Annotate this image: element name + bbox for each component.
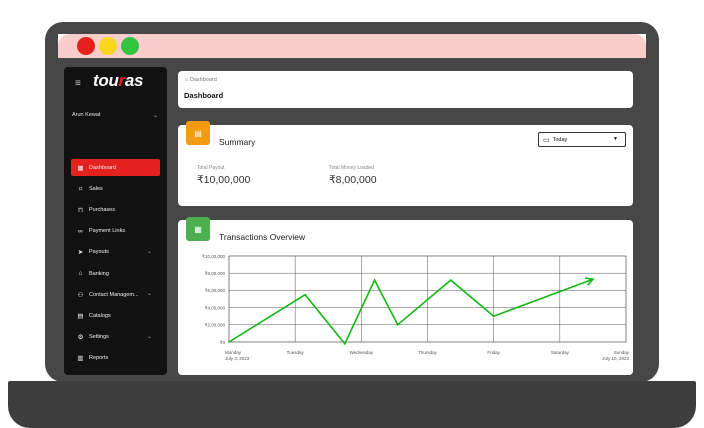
data-point (343, 342, 346, 345)
sidebar-item-label: Reports (89, 355, 109, 362)
sidebar-item-label: Contact Managem... (89, 291, 139, 298)
transactions-series-line (228, 278, 594, 346)
sidebar-item-label: Purchases (89, 206, 115, 213)
tag-icon: ⌑ (78, 185, 83, 193)
sidebar-item-contact-managem[interactable]: ⚇ Contact Managem... ⌄ (71, 286, 160, 303)
report-icon: ▥ (77, 355, 84, 363)
sidebar: ≡ touras Arun Kewat ⌄ ▦ Dashboard ⌑ Sales ⊓ P… (64, 67, 167, 375)
chevron-down-icon: ⌄ (152, 113, 158, 119)
laptop-screen: ≡ touras Arun Kewat ⌄ ▦ Dashboard ⌑ Sales ⊓ P… (58, 34, 646, 375)
data-point (449, 279, 452, 281)
date-filter-select[interactable]: ▭ Today ▼ (538, 132, 626, 147)
data-point (304, 293, 306, 296)
send-icon: ➤ (77, 249, 84, 257)
window-titlebar (58, 34, 646, 58)
sidebar-item-payment-links[interactable]: ∞ Payment Links (71, 223, 160, 240)
data-point (396, 324, 399, 326)
total-money-loaded-value: ₹8,00,000 (329, 174, 377, 186)
breadcrumb-item[interactable]: Dashboard (190, 77, 217, 83)
x-date-sublabel: July 3, 2023 (225, 356, 250, 361)
chevron-down-icon: ⌄ (146, 291, 152, 298)
x-tick-label: Tuesday (287, 350, 305, 355)
grid-icon: ▦ (77, 164, 84, 172)
sidebar-item-sales[interactable]: ⌑ Sales (71, 180, 160, 197)
data-point (228, 341, 230, 343)
y-tick-label: ₹4,00,000 (205, 305, 226, 310)
book-icon: ▤ (77, 312, 84, 320)
user-switcher[interactable]: Arun Kewat ⌄ (72, 112, 160, 124)
summary-card: ▤ Summary ▭ Today ▼ Total Payout ₹10,00,… (178, 121, 633, 206)
y-tick-label: ₹0 (220, 340, 226, 345)
sidebar-item-label: Banking (89, 270, 109, 277)
caret-down-icon: ▼ (613, 136, 618, 142)
total-money-loaded-label: Total Money Loaded (329, 165, 375, 171)
total-payout-label: Total Payout (197, 165, 225, 171)
data-point (492, 315, 495, 317)
sidebar-item-banking[interactable]: ⌂ Banking (71, 265, 160, 282)
hamburger-menu-icon[interactable]: ≡ (75, 78, 81, 89)
brand-logo: touras (93, 71, 144, 90)
y-tick-label: ₹8,00,000 (205, 271, 226, 276)
sidebar-item-settings[interactable]: ⚙ Settings ⌄ (71, 329, 160, 346)
summary-title: Summary (219, 137, 256, 147)
maximize-window-button[interactable] (121, 37, 139, 55)
y-tick-label: ₹10,00,000 (202, 254, 225, 259)
calendar-icon: ▭ (543, 136, 550, 144)
sidebar-item-catalogs[interactable]: ▤ Catalogs (71, 307, 160, 324)
y-tick-label: ₹2,00,000 (205, 323, 226, 328)
x-date-sublabel: July 10, 2023 (602, 356, 629, 361)
laptop-mockup: ≡ touras Arun Kewat ⌄ ▦ Dashboard ⌑ Sales ⊓ P… (0, 0, 704, 428)
chevron-down-icon: ⌄ (146, 333, 152, 340)
bank-icon: ⌂ (78, 270, 83, 277)
chevron-down-icon: ⌄ (146, 248, 152, 255)
breadcrumb: ⌂ Dashboard (185, 77, 217, 83)
transactions-overview-card: ▦ Transactions Overview ₹0 ₹2,00,000 ₹4,00… (178, 217, 633, 375)
sidebar-item-dashboard[interactable]: ▦ Dashboard (71, 159, 160, 176)
sidebar-item-label: Sales (89, 185, 103, 192)
x-tick-label: Thursday (418, 350, 438, 355)
sidebar-item-label: Payouts (89, 249, 109, 256)
app-body: ≡ touras Arun Kewat ⌄ ▦ Dashboard ⌑ Sales ⊓ P… (58, 58, 646, 375)
close-window-button[interactable] (77, 37, 95, 55)
total-payout-value: ₹10,00,000 (197, 174, 251, 186)
shopping-bag-icon: ⊓ (77, 206, 84, 214)
sidebar-item-label: Catalogs (89, 312, 111, 319)
transactions-line-chart: ₹0 ₹2,00,000 ₹4,00,000 ₹6,00,000 ₹8,00,000 ₹1… (202, 254, 630, 361)
sidebar-item-payouts[interactable]: ➤ Payouts ⌄ (71, 244, 160, 261)
sidebar-item-label: Payment Links (89, 228, 126, 235)
sidebar-item-label: Settings (89, 334, 109, 341)
x-tick-label: Wednesday (349, 350, 373, 355)
people-icon: ⚇ (77, 291, 84, 299)
page-title: Dashboard (184, 91, 224, 100)
user-name: Arun Kewat (72, 112, 101, 118)
laptop-base (8, 381, 696, 428)
x-tick-label: Monday (225, 350, 242, 355)
sidebar-item-label: Dashboard (89, 164, 116, 171)
gear-icon: ⚙ (77, 334, 84, 342)
sidebar-item-reports[interactable]: ▥ Reports (71, 350, 160, 367)
date-filter-value: Today (552, 136, 568, 143)
x-tick-label: Sunday (614, 350, 630, 355)
link-icon: ∞ (78, 227, 83, 235)
page-header: ⌂ Dashboard Dashboard (178, 71, 633, 108)
document-icon: ▤ (186, 121, 210, 145)
data-point (373, 279, 376, 281)
y-tick-label: ₹6,00,000 (205, 288, 226, 293)
sidebar-item-purchases[interactable]: ⊓ Purchases (71, 201, 160, 218)
x-tick-label: Friday (487, 350, 500, 355)
home-icon[interactable]: ⌂ (185, 77, 188, 83)
minimize-window-button[interactable] (99, 37, 117, 55)
x-tick-label: Saturday (551, 350, 570, 355)
